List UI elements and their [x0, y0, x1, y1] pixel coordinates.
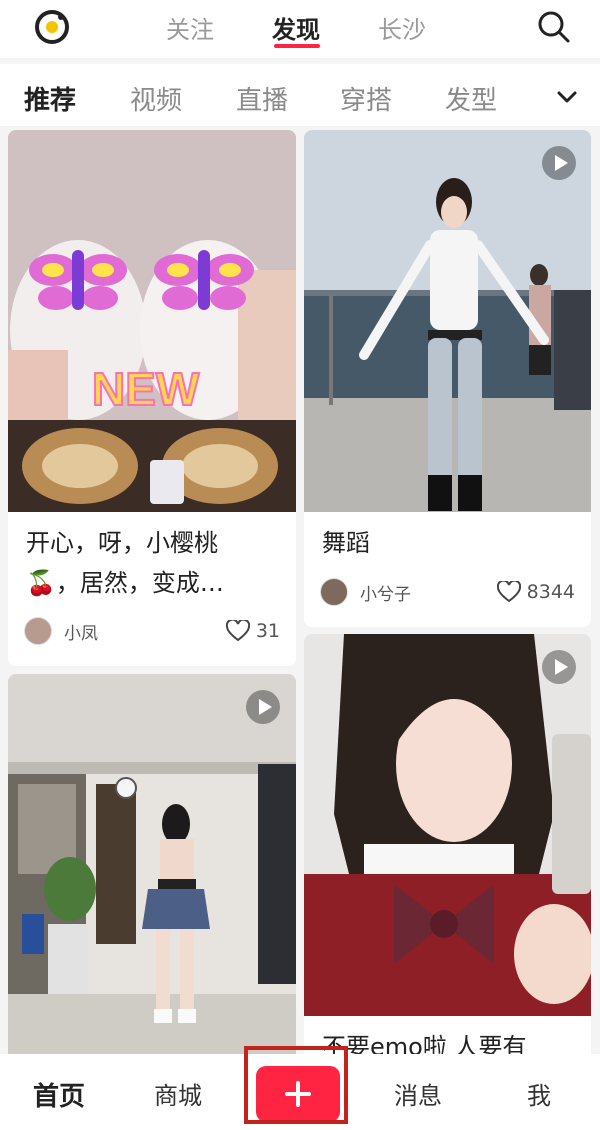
avatar [24, 617, 52, 645]
like-button[interactable]: 31 [225, 616, 280, 646]
note-cover-image [304, 130, 591, 512]
note-card[interactable]: 舞蹈 小兮子 8344 [304, 130, 591, 627]
category-live[interactable]: 直播 [236, 80, 288, 117]
note-title: 开心，呀，小樱桃 [26, 529, 218, 557]
heart-icon [496, 581, 521, 603]
svg-text:NEW: NEW [92, 363, 200, 415]
note-cover-image [304, 634, 591, 1016]
nav-me[interactable]: 我 [527, 1076, 551, 1111]
heart-icon [225, 620, 250, 642]
camera-logo-icon[interactable] [33, 8, 71, 46]
author-name: 小凤 [64, 623, 98, 644]
play-icon [542, 146, 576, 180]
note-cover-image: NEW [8, 130, 296, 512]
tab-follow[interactable]: 关注 [166, 10, 214, 45]
note-card[interactable]: 不要emo啦 人要有 [304, 634, 591, 1064]
like-count: 8344 [526, 581, 575, 603]
like-count: 31 [255, 620, 280, 642]
highlight-box [244, 1046, 348, 1124]
chevron-down-icon[interactable] [552, 84, 582, 110]
tab-local[interactable]: 长沙 [378, 10, 426, 45]
note-card[interactable] [8, 674, 296, 1064]
note-title: 舞蹈 [322, 529, 370, 557]
avatar [320, 578, 348, 606]
search-icon[interactable] [536, 9, 572, 45]
nav-messages[interactable]: 消息 [394, 1076, 442, 1111]
note-title-line2: 🍒，居然，变成… [26, 569, 224, 597]
nav-mall[interactable]: 商城 [154, 1076, 202, 1111]
note-author[interactable]: 小兮子 [320, 577, 411, 607]
category-bar: 推荐 视频 直播 穿搭 发型 [0, 64, 600, 126]
category-hairstyle[interactable]: 发型 [445, 80, 497, 117]
like-button[interactable]: 8344 [496, 577, 575, 607]
note-author[interactable]: 小凤 [24, 616, 98, 646]
play-icon [542, 650, 576, 684]
active-tab-indicator [274, 44, 320, 48]
note-card[interactable]: NEW 开心，呀，小樱桃 🍒，居然，变成… 小凤 31 [8, 130, 296, 666]
author-name: 小兮子 [360, 584, 411, 605]
category-video[interactable]: 视频 [130, 80, 182, 117]
play-icon [246, 690, 280, 724]
category-recommend[interactable]: 推荐 [24, 80, 76, 117]
note-cover-image [8, 674, 296, 1064]
top-bar: 关注 发现 长沙 [0, 0, 600, 58]
tab-discover[interactable]: 发现 [272, 10, 320, 45]
category-outfit[interactable]: 穿搭 [340, 80, 392, 117]
nav-home[interactable]: 首页 [33, 1076, 85, 1113]
